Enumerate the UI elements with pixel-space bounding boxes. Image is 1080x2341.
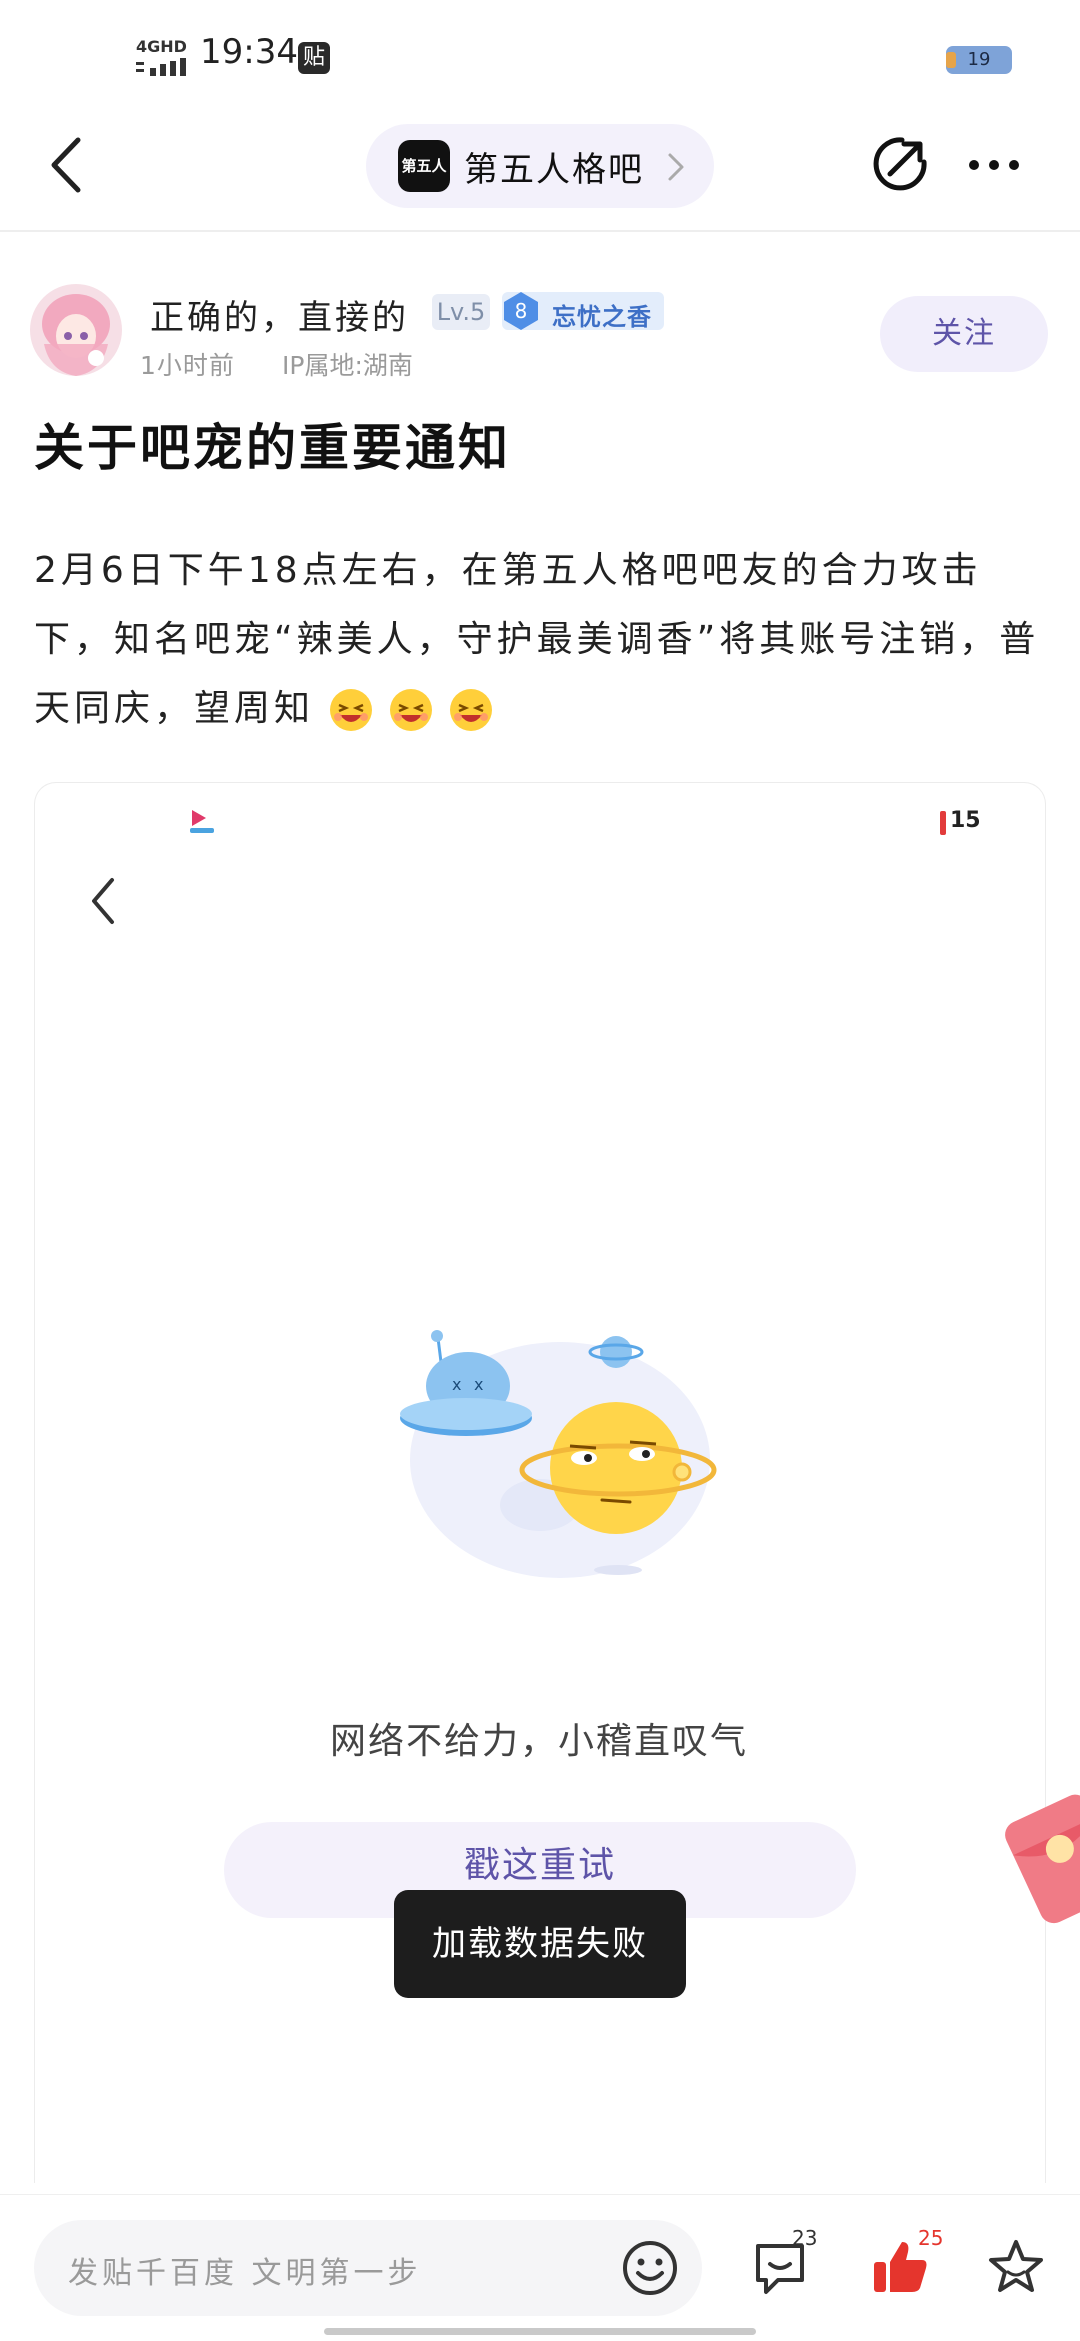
svg-text:x: x — [474, 1375, 483, 1394]
ip-location: IP属地:湖南 — [282, 351, 413, 380]
share-icon[interactable] — [868, 132, 932, 196]
error-message: 网络不给力，小稽直叹气 — [329, 1721, 748, 1762]
notification-badge: 贴 — [298, 42, 330, 74]
svg-text:x: x — [452, 1375, 461, 1394]
battery-level-icon — [946, 52, 956, 68]
fan-title: 忘忧之香 — [552, 303, 652, 331]
comment-placeholder[interactable]: 发贴千百度 文明第一步 — [68, 2248, 422, 2292]
toast-message: 加载数据失败 — [394, 1890, 686, 1998]
post-time: 1小时前 — [140, 351, 235, 380]
post-title: 关于吧宠的重要通知 — [34, 419, 511, 477]
post-body: 2月6日下午18点左右，在第五人格吧吧友的合力攻击下，知名吧宠“辣美人，守护最美… — [34, 536, 1044, 743]
network-type: 4GHD — [136, 37, 187, 56]
chevron-right-icon — [668, 153, 684, 181]
star-icon[interactable] — [984, 2236, 1048, 2298]
emoji-icon[interactable] — [620, 2238, 680, 2298]
like-count: 25 — [918, 2226, 944, 2250]
avatar[interactable] — [30, 284, 122, 376]
grinning-emoji-icon — [390, 689, 433, 731]
post-body-text: 2月6日下午18点左右，在第五人格吧吧友的合力攻击下，知名吧宠“辣美人，守护最美… — [34, 550, 1040, 729]
grinning-emoji-icon — [330, 689, 373, 731]
forum-logo: 第五人格 — [398, 140, 450, 227]
more-icon[interactable] — [964, 150, 1024, 180]
follow-button[interactable]: 关注 — [880, 296, 1048, 372]
svg-text:8: 8 — [515, 299, 528, 323]
status-time: 19:34 — [200, 32, 298, 72]
level-badge: Lv.5 — [432, 294, 490, 330]
red-packet-icon[interactable] — [1000, 1786, 1080, 1936]
forum-name[interactable]: 第五人格吧 — [464, 142, 644, 191]
home-indicator — [324, 2328, 756, 2335]
signal-icon — [136, 58, 186, 76]
grinning-emoji-icon — [450, 689, 493, 731]
fan-level-icon: 8 — [504, 292, 538, 330]
network-error-illustration: x x — [400, 1330, 717, 1578]
app-logo-icon — [190, 810, 214, 833]
back-icon — [92, 878, 114, 924]
embed-battery-text: 15 — [950, 808, 981, 833]
embed-battery-icon — [940, 811, 946, 835]
back-icon[interactable] — [40, 130, 96, 200]
reply-count: 23 — [792, 2226, 818, 2250]
author-name[interactable]: 正确的，直接的 — [150, 290, 409, 339]
header-divider — [0, 230, 1080, 232]
